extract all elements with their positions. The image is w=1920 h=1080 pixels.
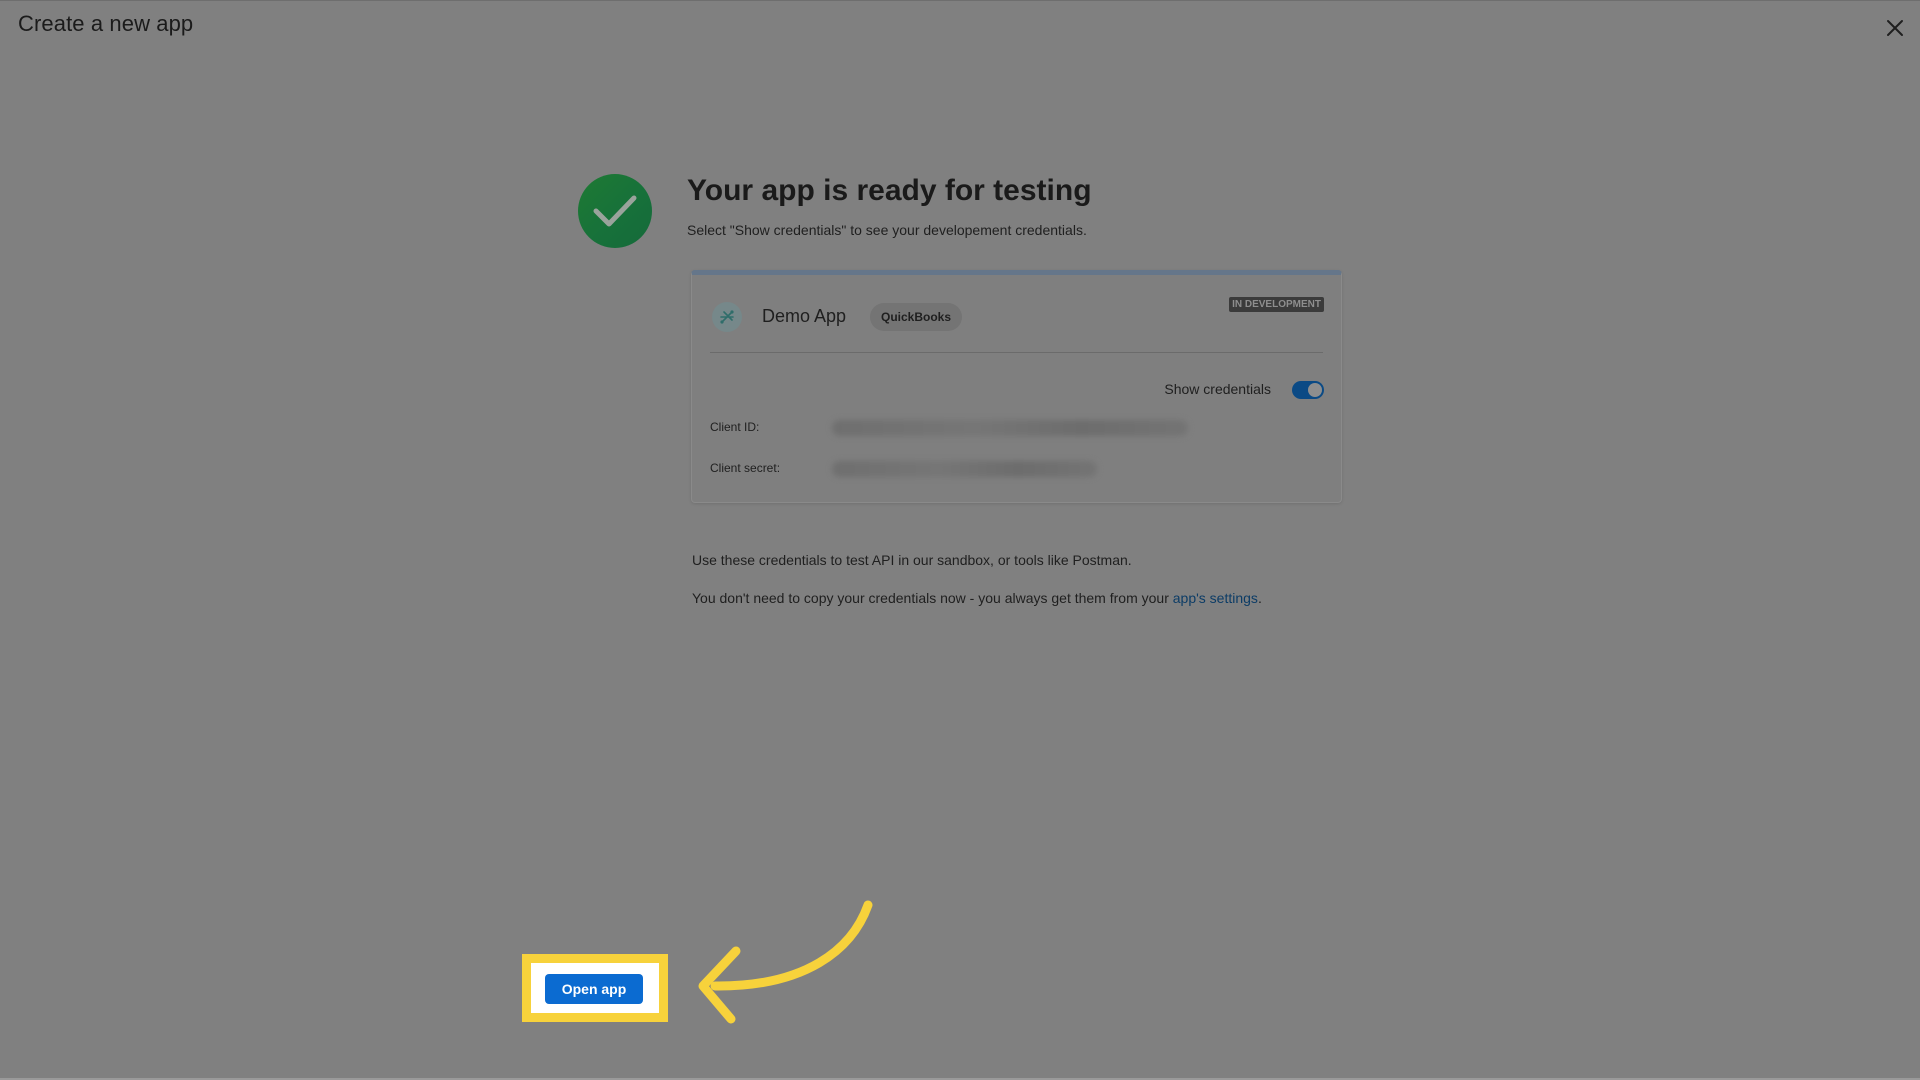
client-secret-label: Client secret: [710, 461, 781, 475]
show-credentials-label: Show credentials [1164, 381, 1271, 397]
client-id-label: Client ID: [710, 420, 760, 434]
success-subtext: Select "Show credentials" to see your de… [687, 222, 1087, 238]
card-divider [710, 352, 1323, 353]
info-text-sandbox: Use these credentials to test API in our… [692, 552, 1132, 568]
close-button[interactable] [1880, 13, 1910, 43]
status-badge: IN DEVELOPMENT [1229, 297, 1324, 312]
window-top-border [0, 0, 1920, 1]
open-app-button[interactable]: Open app [545, 974, 643, 1004]
client-id-value [832, 420, 1188, 436]
client-secret-value [832, 461, 1097, 477]
platform-chip: QuickBooks [870, 303, 963, 331]
app-logo-icon [712, 302, 742, 332]
show-credentials-toggle[interactable] [1292, 381, 1324, 399]
app-name: Demo App [762, 306, 847, 326]
curved-arrow-icon [698, 900, 873, 1024]
success-headline: Your app is ready for testing [687, 174, 1092, 207]
info-text-suffix: . [1257, 590, 1262, 606]
checkmark-circle-icon [578, 174, 652, 248]
toggle-knob [1308, 383, 1322, 397]
app-settings-link[interactable]: app's settings [1173, 590, 1258, 606]
modal-title: Create a new app [18, 11, 194, 36]
info-text-prefix: You don't need to copy your credentials … [692, 590, 1173, 606]
info-text-settings: You don't need to copy your credentials … [692, 590, 1262, 606]
close-icon [1887, 20, 1903, 36]
app-card: Demo App QuickBooks IN DEVELOPMENT Show … [691, 270, 1342, 503]
